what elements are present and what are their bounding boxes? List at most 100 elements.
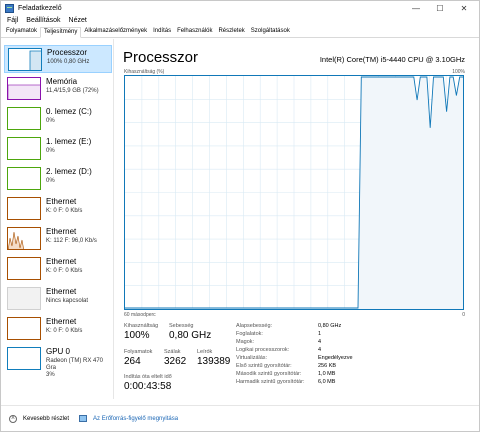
stat-utilization: Kihasználtság 100%	[124, 323, 158, 341]
prop-key: Logikai processzorok:	[236, 347, 290, 353]
prop-value: 4	[318, 339, 322, 345]
prop-row: Logikai processzorok: 4	[236, 347, 466, 355]
prop-row: Virtualizálás: Engedélyezve	[236, 355, 466, 363]
prop-value: 1,0 MB	[318, 371, 336, 377]
tab-details[interactable]: Részletek	[215, 26, 247, 37]
sidebar-item-disk-d[interactable]: 2. lemez (D:) 0%	[4, 165, 112, 193]
ethernet-thumbnail	[7, 287, 41, 310]
stat-label: Szálak	[164, 349, 181, 355]
sidebar-item-label: Processzor	[47, 48, 88, 57]
resource-monitor-link[interactable]: Az Erőforrás-figyelő megnyitása	[93, 416, 178, 422]
sidebar-item-label: Memória	[46, 77, 78, 86]
cpu-usage-chart	[125, 76, 463, 309]
window-title: Feladatkezelő	[18, 4, 62, 12]
gpu-thumbnail	[7, 347, 41, 370]
stat-value: 139389	[197, 356, 231, 367]
prop-value: 4	[318, 347, 322, 353]
tab-bar: Folyamatok Teljesítmény Alkalmazáselőzmé…	[1, 26, 479, 38]
sidebar-item-ethernet-5[interactable]: Ethernet K: 0 F: 0 Kb/s	[4, 315, 112, 343]
minimize-button[interactable]: —	[405, 1, 427, 15]
memory-thumbnail	[7, 77, 41, 100]
graph-x-label: 60 másodperc	[124, 312, 156, 318]
tab-processes[interactable]: Folyamatok	[3, 26, 40, 37]
prop-row: Foglalatok: 1	[236, 331, 466, 339]
page-title: Processzor	[123, 49, 199, 66]
ethernet-thumbnail	[7, 197, 41, 220]
gpu-usage: 3%	[46, 372, 55, 378]
stat-label: Leírók	[197, 349, 213, 355]
task-manager-icon	[5, 3, 14, 13]
menu-settings[interactable]: Beállítások	[26, 17, 60, 24]
stat-label: Indítás óta eltelt idő	[124, 374, 172, 380]
sidebar-item-sub: 0%	[46, 148, 55, 154]
cpu-usage-graph	[124, 75, 464, 310]
sidebar-item-disk-c[interactable]: 0. lemez (C:) 0%	[4, 105, 112, 133]
stat-value: 0,80 GHz	[169, 330, 212, 341]
ethernet-thumbnail	[7, 317, 41, 340]
sidebar-item-sub: K: 0 F: 0 Kb/s	[46, 268, 83, 274]
prop-value: 1	[318, 331, 322, 337]
disk-thumbnail	[7, 167, 41, 190]
close-button[interactable]: ✕	[453, 1, 475, 15]
disk-thumbnail	[7, 137, 41, 160]
cpu-detail-panel: Processzor Intel(R) Core(TM) i5-4440 CPU…	[118, 39, 479, 404]
sidebar-item-gpu[interactable]: GPU 0 Radeon (TM) RX 470 Gra 3%	[4, 345, 112, 378]
prop-key: Második szintű gyorsítótár:	[236, 371, 302, 377]
tab-services[interactable]: Szolgáltatások	[248, 26, 293, 37]
sidebar-item-memory[interactable]: Memória 11,4/15,9 GB (72%)	[4, 75, 112, 103]
prop-key: Foglalatok:	[236, 331, 263, 337]
sidebar-item-sub: 0%	[46, 118, 55, 124]
sidebar-item-sub: K: 0 F: 0 Kb/s	[46, 328, 83, 334]
sidebar-item-ethernet-1[interactable]: Ethernet K: 0 F: 0 Kb/s	[4, 195, 112, 223]
prop-value: 256 KB	[318, 363, 337, 369]
sidebar-item-label: Ethernet	[46, 197, 77, 206]
tab-performance[interactable]: Teljesítmény	[40, 27, 82, 38]
prop-value: 6,0 MB	[318, 379, 336, 385]
disk-thumbnail	[7, 107, 41, 130]
stat-threads: Szálak 3262	[164, 349, 186, 367]
prop-key: Első szintű gyorsítótár:	[236, 363, 292, 369]
tab-app-history[interactable]: Alkalmazáselőzmények	[81, 26, 150, 37]
stat-value: 3262	[164, 356, 187, 367]
sidebar-item-ethernet-3[interactable]: Ethernet K: 0 F: 0 Kb/s	[4, 255, 112, 283]
sidebar-item-ethernet-2[interactable]: Ethernet K: 112 F: 96,0 Kb/s	[4, 225, 112, 253]
graph-x-min: 0	[462, 312, 465, 318]
ethernet-thumbnail	[7, 257, 41, 280]
sidebar-item-sub: K: 112 F: 96,0 Kb/s	[46, 238, 97, 244]
cpu-properties: Alapsebesség: 0,80 GHz Foglalatok: 1 Magok…	[236, 323, 466, 387]
maximize-button[interactable]: ☐	[429, 1, 451, 15]
stat-processes: Folyamatok 264	[124, 349, 152, 367]
cpu-model-name: Intel(R) Core(TM) i5-4440 CPU @ 3.10GHz	[319, 55, 465, 64]
less-details-link[interactable]: Kevesebb részlet	[23, 416, 69, 422]
stat-label: Kihasználtság	[124, 323, 159, 329]
sidebar-item-label: Ethernet	[46, 227, 77, 236]
sidebar-item-label: 0. lemez (C:)	[46, 107, 92, 116]
sidebar-item-sub: 0%	[46, 178, 55, 184]
tab-users[interactable]: Felhasználók	[174, 26, 215, 37]
sidebar-item-label: Ethernet	[46, 287, 77, 296]
sidebar-item-sub: 100% 0,80 GHz	[47, 59, 90, 65]
cpu-thumbnail	[8, 48, 42, 71]
prop-value: 0,80 GHz	[318, 323, 342, 329]
title-bar[interactable]: Feladatkezelő — ☐ ✕	[1, 1, 479, 15]
menu-view[interactable]: Nézet	[69, 17, 87, 24]
sidebar-item-disk-e[interactable]: 1. lemez (E:) 0%	[4, 135, 112, 163]
ethernet-thumbnail	[7, 227, 41, 250]
sidebar-item-label: Ethernet	[46, 317, 77, 326]
sidebar-item-cpu[interactable]: Processzor 100% 0,80 GHz	[4, 45, 112, 73]
prop-row: Alapsebesség: 0,80 GHz	[236, 323, 466, 331]
menu-file[interactable]: Fájl	[7, 17, 18, 24]
prop-key: Harmadik szintű gyorsítótár:	[236, 379, 305, 385]
tab-startup[interactable]: Indítás	[150, 26, 174, 37]
sidebar-item-sub: Radeon (TM) RX 470 Gra 3%	[46, 358, 112, 379]
chevron-up-icon[interactable]: ˄	[9, 414, 17, 423]
sidebar-item-sub: Nincs kapcsolat	[46, 298, 89, 304]
sidebar-item-label: Ethernet	[46, 257, 77, 266]
stat-handles: Leírók 139389	[197, 349, 230, 367]
stat-speed: Sebesség 0,80 GHz	[169, 323, 211, 341]
stat-uptime: Indítás óta eltelt idő 0:00:43:58	[124, 374, 172, 392]
sidebar-item-ethernet-4[interactable]: Ethernet Nincs kapcsolat	[4, 285, 112, 313]
gpu-model: Radeon (TM) RX 470 Gra	[46, 358, 104, 371]
sidebar-item-label: 1. lemez (E:)	[46, 137, 92, 146]
sidebar-item-label: GPU 0	[46, 347, 71, 356]
